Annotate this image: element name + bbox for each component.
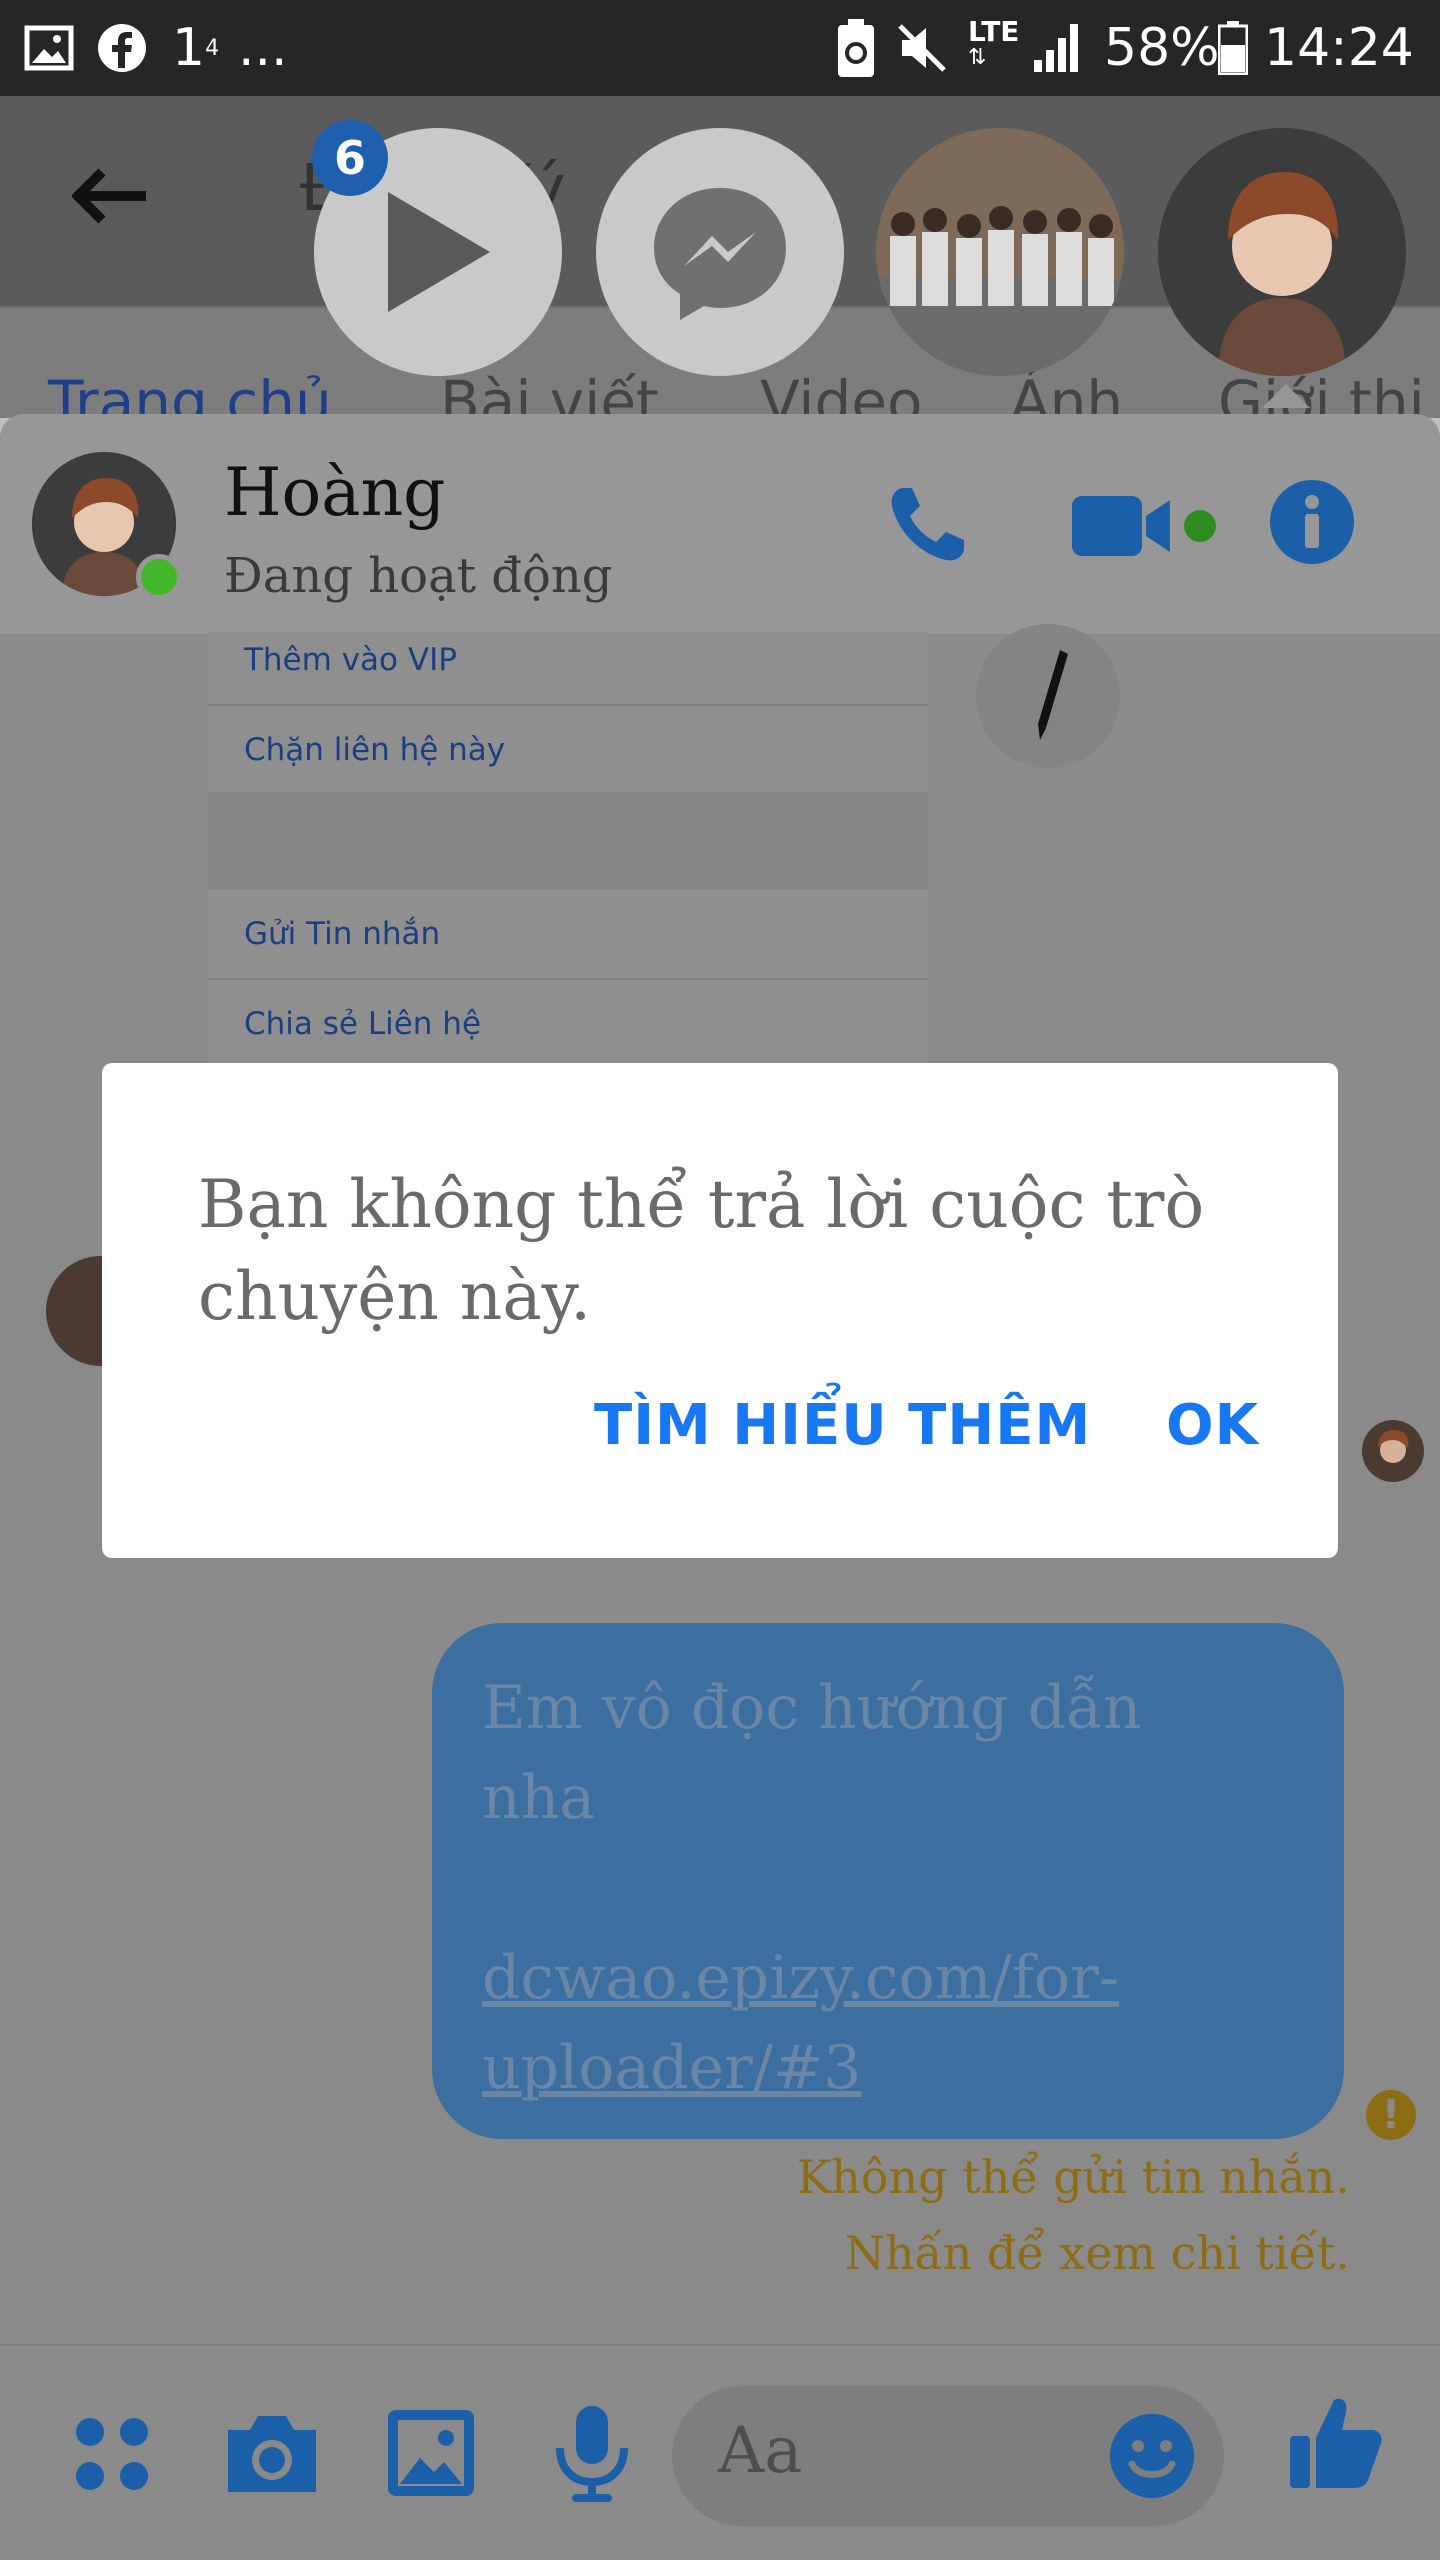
messenger-icon [654,188,786,320]
menu-divider [208,978,928,980]
menu-item-add-vip[interactable]: Thêm vào VIP [244,642,457,678]
message-link-line2[interactable]: uploader/#3 [482,2023,861,2113]
message-text-line2: nha [482,1763,596,1833]
send-error-line1[interactable]: Không thể gửi tin nhắn. [797,2150,1350,2204]
chathead-pointer [1262,384,1310,408]
menu-gap [208,792,928,890]
like-icon[interactable] [1286,2392,1386,2496]
menu-item-block[interactable]: Chặn liên hệ này [244,732,505,768]
battery-icon [1218,18,1248,78]
message-input-placeholder: Aa [718,2414,803,2488]
microphone-icon[interactable] [552,2404,632,2508]
chat-header: Hoàng Đang hoạt động [0,414,1440,636]
messenger-chathead[interactable] [596,128,844,376]
edit-button[interactable] [976,624,1120,768]
emoji-icon[interactable] [1108,2412,1196,2504]
battery-saver-icon [836,18,876,78]
learn-more-button[interactable]: TÌM HIỂU THÊM [594,1393,1091,1458]
message-text-line1: Em vô đọc hướng dẫn [482,1673,1142,1743]
chathead-badge: 6 [312,120,388,196]
group-photo-chathead[interactable] [876,128,1124,376]
phone-call-icon[interactable] [886,482,970,570]
message-link-line1[interactable]: dcwao.epizy.com/for- [482,1933,1119,2023]
message-input[interactable]: Aa [672,2386,1224,2526]
contact-status: Đang hoạt động [224,548,613,604]
dialog-message: Bạn không thể trả lời cuộc trò chuyện nà… [198,1166,1205,1335]
back-arrow-icon[interactable] [70,166,152,230]
clock: 14:24 [1264,18,1414,78]
send-error-line2[interactable]: Nhấn để xem chi tiết. [845,2226,1350,2280]
contact-name: Hoàng [224,454,446,531]
notification-count: 14 [172,18,220,78]
online-indicator [136,554,182,600]
group-photo-avatar [876,128,1124,376]
menu-item-send-message[interactable]: Gửi Tin nhắn [244,916,440,952]
more-apps-icon[interactable] [72,2414,152,2498]
camera-icon[interactable] [222,2412,322,2500]
signal-icon [1032,18,1082,78]
pencil-icon [1038,650,1068,740]
menu-divider [208,704,928,706]
video-online-dot [1184,510,1216,542]
message-composer: Aa [0,2344,1440,2560]
hoang-chathead[interactable] [1158,128,1406,376]
ok-button[interactable]: OK [1166,1393,1259,1458]
error-icon[interactable]: ! [1366,2090,1416,2140]
hoang-avatar [1158,128,1406,376]
gallery-icon [24,18,74,78]
menu-item-share-contact[interactable]: Chia sẻ Liên hệ [244,1006,481,1042]
info-icon[interactable] [1268,478,1356,570]
lte-icon: LTE ⇅ [968,15,1020,70]
gallery-picker-icon[interactable] [386,2408,476,2502]
outgoing-message-bubble[interactable]: Em vô đọc hướng dẫn nha dcwao.epizy.com/… [432,1623,1344,2139]
video-call-icon[interactable] [1072,492,1176,564]
more-notifications: ... [238,18,288,78]
seen-avatar [1362,1420,1424,1482]
status-bar: 14 ... LTE ⇅ 58% 14:24 [0,0,1440,96]
facebook-icon [96,18,148,78]
battery-percent: 58% [1104,18,1220,78]
background-contact-menu: Thêm vào VIP Chặn liên hệ này Gửi Tin nh… [208,632,928,1102]
mute-icon [896,18,948,78]
cannot-reply-dialog: Bạn không thể trả lời cuộc trò chuyện nà… [102,1063,1338,1558]
